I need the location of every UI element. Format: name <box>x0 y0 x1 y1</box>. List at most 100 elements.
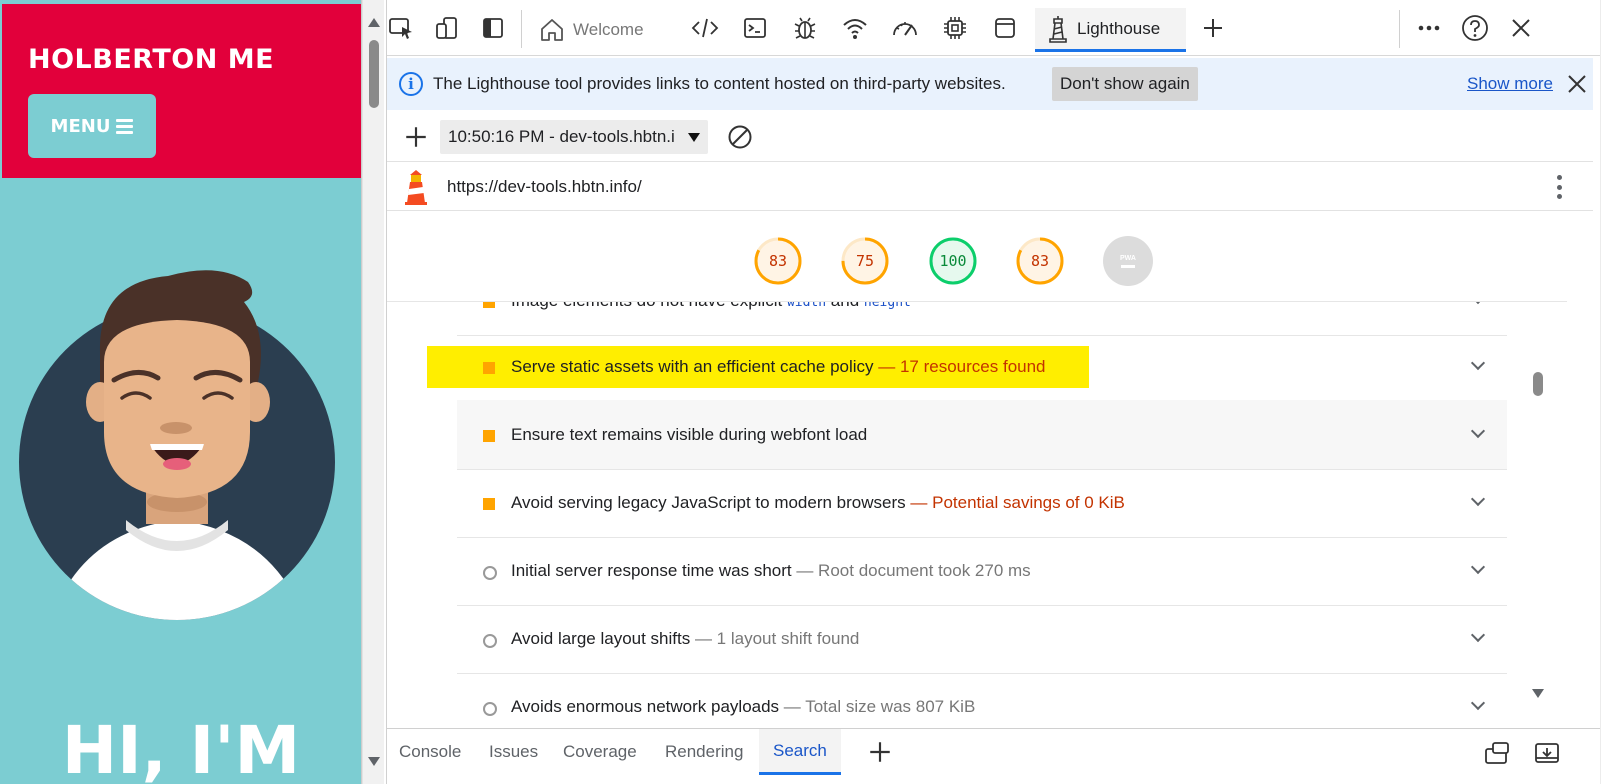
info-circle-icon <box>483 634 497 648</box>
dock-icon[interactable] <box>479 14 507 42</box>
sources-bug-icon[interactable] <box>791 14 819 42</box>
scroll-up-arrow-icon[interactable] <box>368 18 380 27</box>
audit-webfont-load[interactable]: Ensure text remains visible during webfo… <box>457 400 1507 470</box>
dont-show-again-button[interactable]: Don't show again <box>1052 67 1198 101</box>
lighthouse-icon <box>1049 15 1067 43</box>
warning-square-icon <box>483 498 495 510</box>
drawer-tabbar: Console Issues Coverage Rendering Search <box>387 728 1601 784</box>
report-menu-icon[interactable] <box>1552 173 1566 201</box>
drawer-tab-rendering[interactable]: Rendering <box>665 729 743 775</box>
close-infobar-icon[interactable] <box>1565 72 1589 96</box>
drawer-tab-console[interactable]: Console <box>399 729 461 775</box>
drawer-tab-coverage[interactable]: Coverage <box>563 729 637 775</box>
elements-icon[interactable] <box>691 14 719 42</box>
third-party-infobar: i The Lighthouse tool provides links to … <box>387 58 1593 110</box>
audit-title: Ensure text remains visible during webfo… <box>511 425 868 444</box>
report-selector[interactable]: 10:50:16 PM - dev-tools.hbtn.i <box>440 120 708 154</box>
scroll-down-arrow-icon[interactable] <box>368 757 380 766</box>
score-best-practices: 100 <box>939 252 967 270</box>
add-tab-icon[interactable] <box>1199 14 1227 42</box>
more-icon[interactable] <box>1415 14 1443 42</box>
chevron-down-icon[interactable] <box>1470 627 1486 643</box>
score-performance: 83 <box>768 252 788 270</box>
scroll-thumb[interactable] <box>1533 372 1543 396</box>
scroll-thumb[interactable] <box>369 40 379 108</box>
audit-title: Initial server response time was short —… <box>511 561 1031 580</box>
score-gauges: 83 75 100 83 PWA <box>387 212 1567 302</box>
scroll-down-arrow-icon[interactable] <box>1532 689 1544 698</box>
avatar-illustration <box>19 270 335 620</box>
hero-heading: HI, I'M <box>61 712 301 784</box>
page-scrollbar[interactable] <box>362 0 384 784</box>
add-drawer-tab-icon[interactable] <box>867 739 893 765</box>
score-gauge-best-practices[interactable]: 100 <box>928 236 978 286</box>
lighthouse-logo-icon <box>405 170 427 205</box>
devtools-panel: Welcome Lighthouse i The Lighthouse tool… <box>386 0 1601 784</box>
warning-square-icon <box>483 302 495 308</box>
chevron-down-icon[interactable] <box>1470 423 1486 439</box>
home-icon <box>541 19 563 41</box>
audit-cache-policy[interactable]: Serve static assets with an efficient ca… <box>457 332 1507 402</box>
tab-lighthouse[interactable]: Lighthouse <box>1035 8 1187 52</box>
console-icon[interactable] <box>741 14 769 42</box>
chevron-down-icon[interactable] <box>1470 491 1486 507</box>
report-selector-value: 10:50:16 PM - dev-tools.hbtn.i <box>448 127 675 146</box>
score-gauge-accessibility[interactable]: 75 <box>840 236 890 286</box>
page-preview: HOLBERTON ME MENU HI, I'M <box>0 0 362 784</box>
undock-drawer-icon[interactable] <box>1483 739 1511 767</box>
warning-square-icon <box>483 362 495 374</box>
caret-down-icon <box>688 133 700 142</box>
devtools-toolbar: Welcome Lighthouse <box>387 0 1601 56</box>
tab-welcome[interactable]: Welcome <box>539 8 644 52</box>
report-url-bar: https://dev-tools.hbtn.info/ <box>387 163 1593 211</box>
help-icon[interactable] <box>1461 14 1489 42</box>
audit-network-payloads[interactable]: Avoids enormous network payloads — Total… <box>457 672 1507 728</box>
score-gauge-seo[interactable]: 83 <box>1015 236 1065 286</box>
menu-label: MENU <box>50 115 111 137</box>
audit-list: Image elements do not have explicit widt… <box>387 302 1567 728</box>
chevron-down-icon[interactable] <box>1470 559 1486 575</box>
info-icon: i <box>399 72 423 96</box>
close-devtools-icon[interactable] <box>1507 14 1535 42</box>
tab-lighthouse-label: Lighthouse <box>1077 18 1161 38</box>
memory-chip-icon[interactable] <box>941 14 969 42</box>
report-toolbar: 10:50:16 PM - dev-tools.hbtn.i <box>387 112 1593 162</box>
chevron-down-icon[interactable] <box>1470 695 1486 711</box>
audit-title: Avoid large layout shifts — 1 layout shi… <box>511 629 860 648</box>
audit-server-response[interactable]: Initial server response time was short —… <box>457 536 1507 606</box>
chevron-down-icon[interactable] <box>1470 355 1486 371</box>
infobar-message: The Lighthouse tool provides links to co… <box>433 74 1006 93</box>
info-circle-icon <box>483 702 497 716</box>
site-header: HOLBERTON ME MENU <box>2 4 361 178</box>
menu-button[interactable]: MENU <box>28 94 156 158</box>
pwa-badge-icon[interactable]: PWA <box>1103 236 1153 286</box>
audit-title: Avoids enormous network payloads — Total… <box>511 697 976 716</box>
audit-title: Avoid serving legacy JavaScript to moder… <box>511 493 1125 512</box>
audit-image-size[interactable]: Image elements do not have explicit widt… <box>457 302 1507 336</box>
tab-welcome-label: Welcome <box>573 20 644 39</box>
audit-legacy-javascript[interactable]: Avoid serving legacy JavaScript to moder… <box>457 468 1507 538</box>
new-report-icon[interactable] <box>403 124 429 150</box>
score-seo: 83 <box>1030 252 1050 270</box>
drawer-tab-issues[interactable]: Issues <box>489 729 538 775</box>
score-accessibility: 75 <box>855 252 875 270</box>
inspect-icon[interactable] <box>387 14 415 42</box>
window-edge <box>1600 0 1615 784</box>
report-url[interactable]: https://dev-tools.hbtn.info/ <box>447 177 642 197</box>
audit-layout-shifts[interactable]: Avoid large layout shifts — 1 layout shi… <box>457 604 1507 674</box>
device-emulation-icon[interactable] <box>433 14 461 42</box>
network-wifi-icon[interactable] <box>841 14 869 42</box>
warning-square-icon <box>483 430 495 442</box>
hamburger-icon <box>116 118 134 134</box>
show-more-link[interactable]: Show more <box>1467 74 1553 94</box>
close-drawer-icon[interactable] <box>1533 739 1561 767</box>
score-gauge-performance[interactable]: 83 <box>753 236 803 286</box>
site-title: HOLBERTON ME <box>28 44 275 75</box>
info-circle-icon <box>483 566 497 580</box>
application-window-icon[interactable] <box>991 14 1019 42</box>
drawer-tab-search[interactable]: Search <box>759 729 841 775</box>
clear-reports-icon[interactable] <box>727 124 753 150</box>
chevron-down-icon[interactable] <box>1470 302 1486 305</box>
pwa-label: PWA <box>1120 254 1136 262</box>
performance-gauge-icon[interactable] <box>891 14 919 42</box>
